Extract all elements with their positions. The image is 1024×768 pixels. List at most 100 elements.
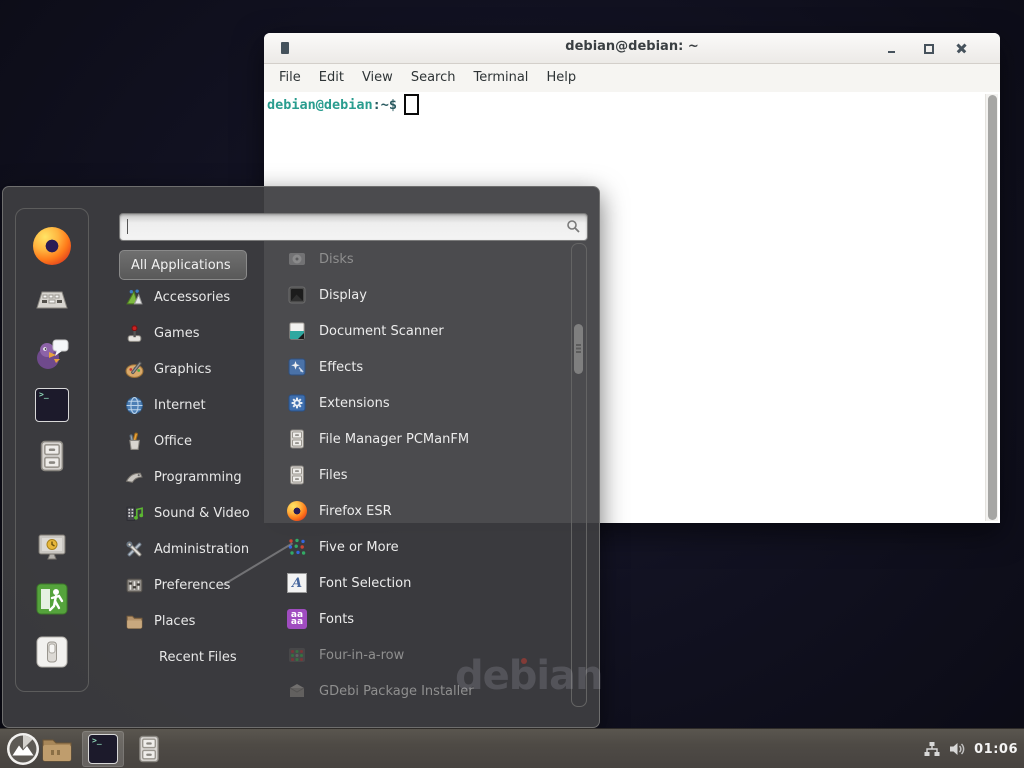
app-label: Font Selection [319, 576, 411, 591]
terminal-titlebar[interactable]: debian@debian: ~ [264, 33, 1000, 64]
terminal-prompt-glyph: >_ [39, 390, 49, 399]
games-icon [124, 323, 144, 343]
system-tray: 01:06 [923, 729, 1018, 768]
keyboard-icon [34, 285, 70, 315]
lock-screen-icon [34, 532, 70, 564]
category-sound-video[interactable]: Sound & Video [119, 495, 269, 531]
menubar-item-view[interactable]: View [353, 64, 402, 92]
four-in-a-row-icon [287, 645, 307, 665]
app-label: Effects [319, 360, 363, 375]
app-label: Five or More [319, 540, 399, 555]
fonts-glyph: aa [291, 619, 303, 626]
menubar-item-edit[interactable]: Edit [310, 64, 353, 92]
volume-icon[interactable] [948, 740, 967, 758]
extensions-icon [287, 393, 307, 413]
category-label: Programming [154, 470, 242, 485]
app-item-font-selection[interactable]: A Font Selection [275, 565, 567, 601]
gdebi-icon [287, 681, 307, 701]
all-applications-button[interactable]: All Applications [119, 250, 247, 280]
terminal-icon: >_ [88, 734, 118, 764]
menubar-item-file[interactable]: File [270, 64, 310, 92]
category-administration[interactable]: Administration [119, 531, 269, 567]
start-menu-button[interactable] [6, 732, 40, 766]
taskbar-files-button[interactable] [132, 734, 166, 764]
menubar-item-terminal[interactable]: Terminal [464, 64, 537, 92]
category-recent-files[interactable]: Recent Files [119, 639, 269, 675]
favorite-terminal-button[interactable]: >_ [16, 383, 88, 427]
app-item-gdebi-package-installer[interactable]: GDebi Package Installer [275, 673, 567, 704]
category-label: Recent Files [159, 650, 237, 665]
favorites-column: >_ [15, 208, 89, 692]
apps-scrollbar[interactable] [571, 243, 587, 707]
firefox-icon [287, 501, 307, 521]
app-item-fonts[interactable]: aaaa Fonts [275, 601, 567, 637]
app-item-display[interactable]: Display [275, 277, 567, 313]
firefox-icon [33, 227, 71, 265]
app-item-document-scanner[interactable]: Document Scanner [275, 313, 567, 349]
category-preferences[interactable]: Preferences [119, 567, 269, 603]
graphics-icon [124, 359, 144, 379]
distributor-logo-icon [6, 732, 40, 766]
prompt-user-host: debian@debian [267, 97, 373, 113]
favorite-file-manager-button[interactable] [16, 434, 88, 478]
accessories-icon [124, 287, 144, 307]
terminal-menubar: File Edit View Search Terminal Help [264, 64, 1000, 92]
places-icon [124, 611, 144, 631]
office-icon [124, 431, 144, 451]
favorite-firefox-button[interactable] [16, 224, 88, 268]
app-label: Display [319, 288, 367, 303]
category-office[interactable]: Office [119, 423, 269, 459]
terminal-cursor [404, 94, 419, 115]
display-icon [287, 285, 307, 305]
app-item-effects[interactable]: Effects [275, 349, 567, 385]
apps-scrollbar-thumb[interactable] [574, 324, 583, 374]
pidgin-icon [34, 335, 70, 371]
category-label: Games [154, 326, 199, 341]
internet-icon [124, 395, 144, 415]
app-item-firefox-esr[interactable]: Firefox ESR [275, 493, 567, 529]
app-item-extensions[interactable]: Extensions [275, 385, 567, 421]
favorite-log-out-button[interactable] [16, 577, 88, 621]
favorite-lock-screen-button[interactable] [16, 526, 88, 570]
category-label: Administration [154, 542, 249, 557]
terminal-scrollbar[interactable] [985, 94, 998, 521]
effects-icon [287, 357, 307, 377]
category-places[interactable]: Places [119, 603, 269, 639]
close-button[interactable] [954, 40, 970, 56]
app-label: GDebi Package Installer [319, 684, 474, 699]
category-label: Preferences [154, 578, 230, 593]
app-label: Firefox ESR [319, 504, 392, 519]
app-label: Four-in-a-row [319, 648, 404, 663]
menubar-item-search[interactable]: Search [402, 64, 465, 92]
font-selection-glyph: A [292, 576, 302, 591]
network-icon[interactable] [923, 740, 941, 758]
taskbar-file-manager-button[interactable] [40, 734, 74, 764]
taskbar-clock[interactable]: 01:06 [974, 742, 1018, 757]
search-input[interactable] [119, 213, 588, 241]
minimize-button[interactable] [884, 40, 900, 56]
category-label: Office [154, 434, 192, 449]
apps-list: Disks Display Document Scanner Effects [275, 241, 567, 704]
category-programming[interactable]: Programming [119, 459, 269, 495]
app-item-four-in-a-row[interactable]: Four-in-a-row [275, 637, 567, 673]
app-label: Document Scanner [319, 324, 444, 339]
file-cabinet-icon [287, 465, 307, 485]
disks-icon [287, 249, 307, 269]
favorite-shutdown-button[interactable] [16, 630, 88, 674]
maximize-button[interactable] [920, 40, 936, 56]
app-item-five-or-more[interactable]: Five or More [275, 529, 567, 565]
app-label: Fonts [319, 612, 354, 627]
app-item-file-manager-pcmanfm[interactable]: File Manager PCManFM [275, 421, 567, 457]
favorite-pidgin-button[interactable] [16, 331, 88, 375]
category-internet[interactable]: Internet [119, 387, 269, 423]
app-item-files[interactable]: Files [275, 457, 567, 493]
menubar-item-help[interactable]: Help [537, 64, 585, 92]
taskbar-terminal-button[interactable]: >_ [82, 731, 124, 767]
app-item-disks[interactable]: Disks [275, 241, 567, 277]
category-graphics[interactable]: Graphics [119, 351, 269, 387]
favorite-keyboard-button[interactable] [16, 278, 88, 322]
category-accessories[interactable]: Accessories [119, 279, 269, 315]
category-games[interactable]: Games [119, 315, 269, 351]
category-label: Places [154, 614, 195, 629]
terminal-scrollbar-thumb[interactable] [988, 95, 997, 520]
